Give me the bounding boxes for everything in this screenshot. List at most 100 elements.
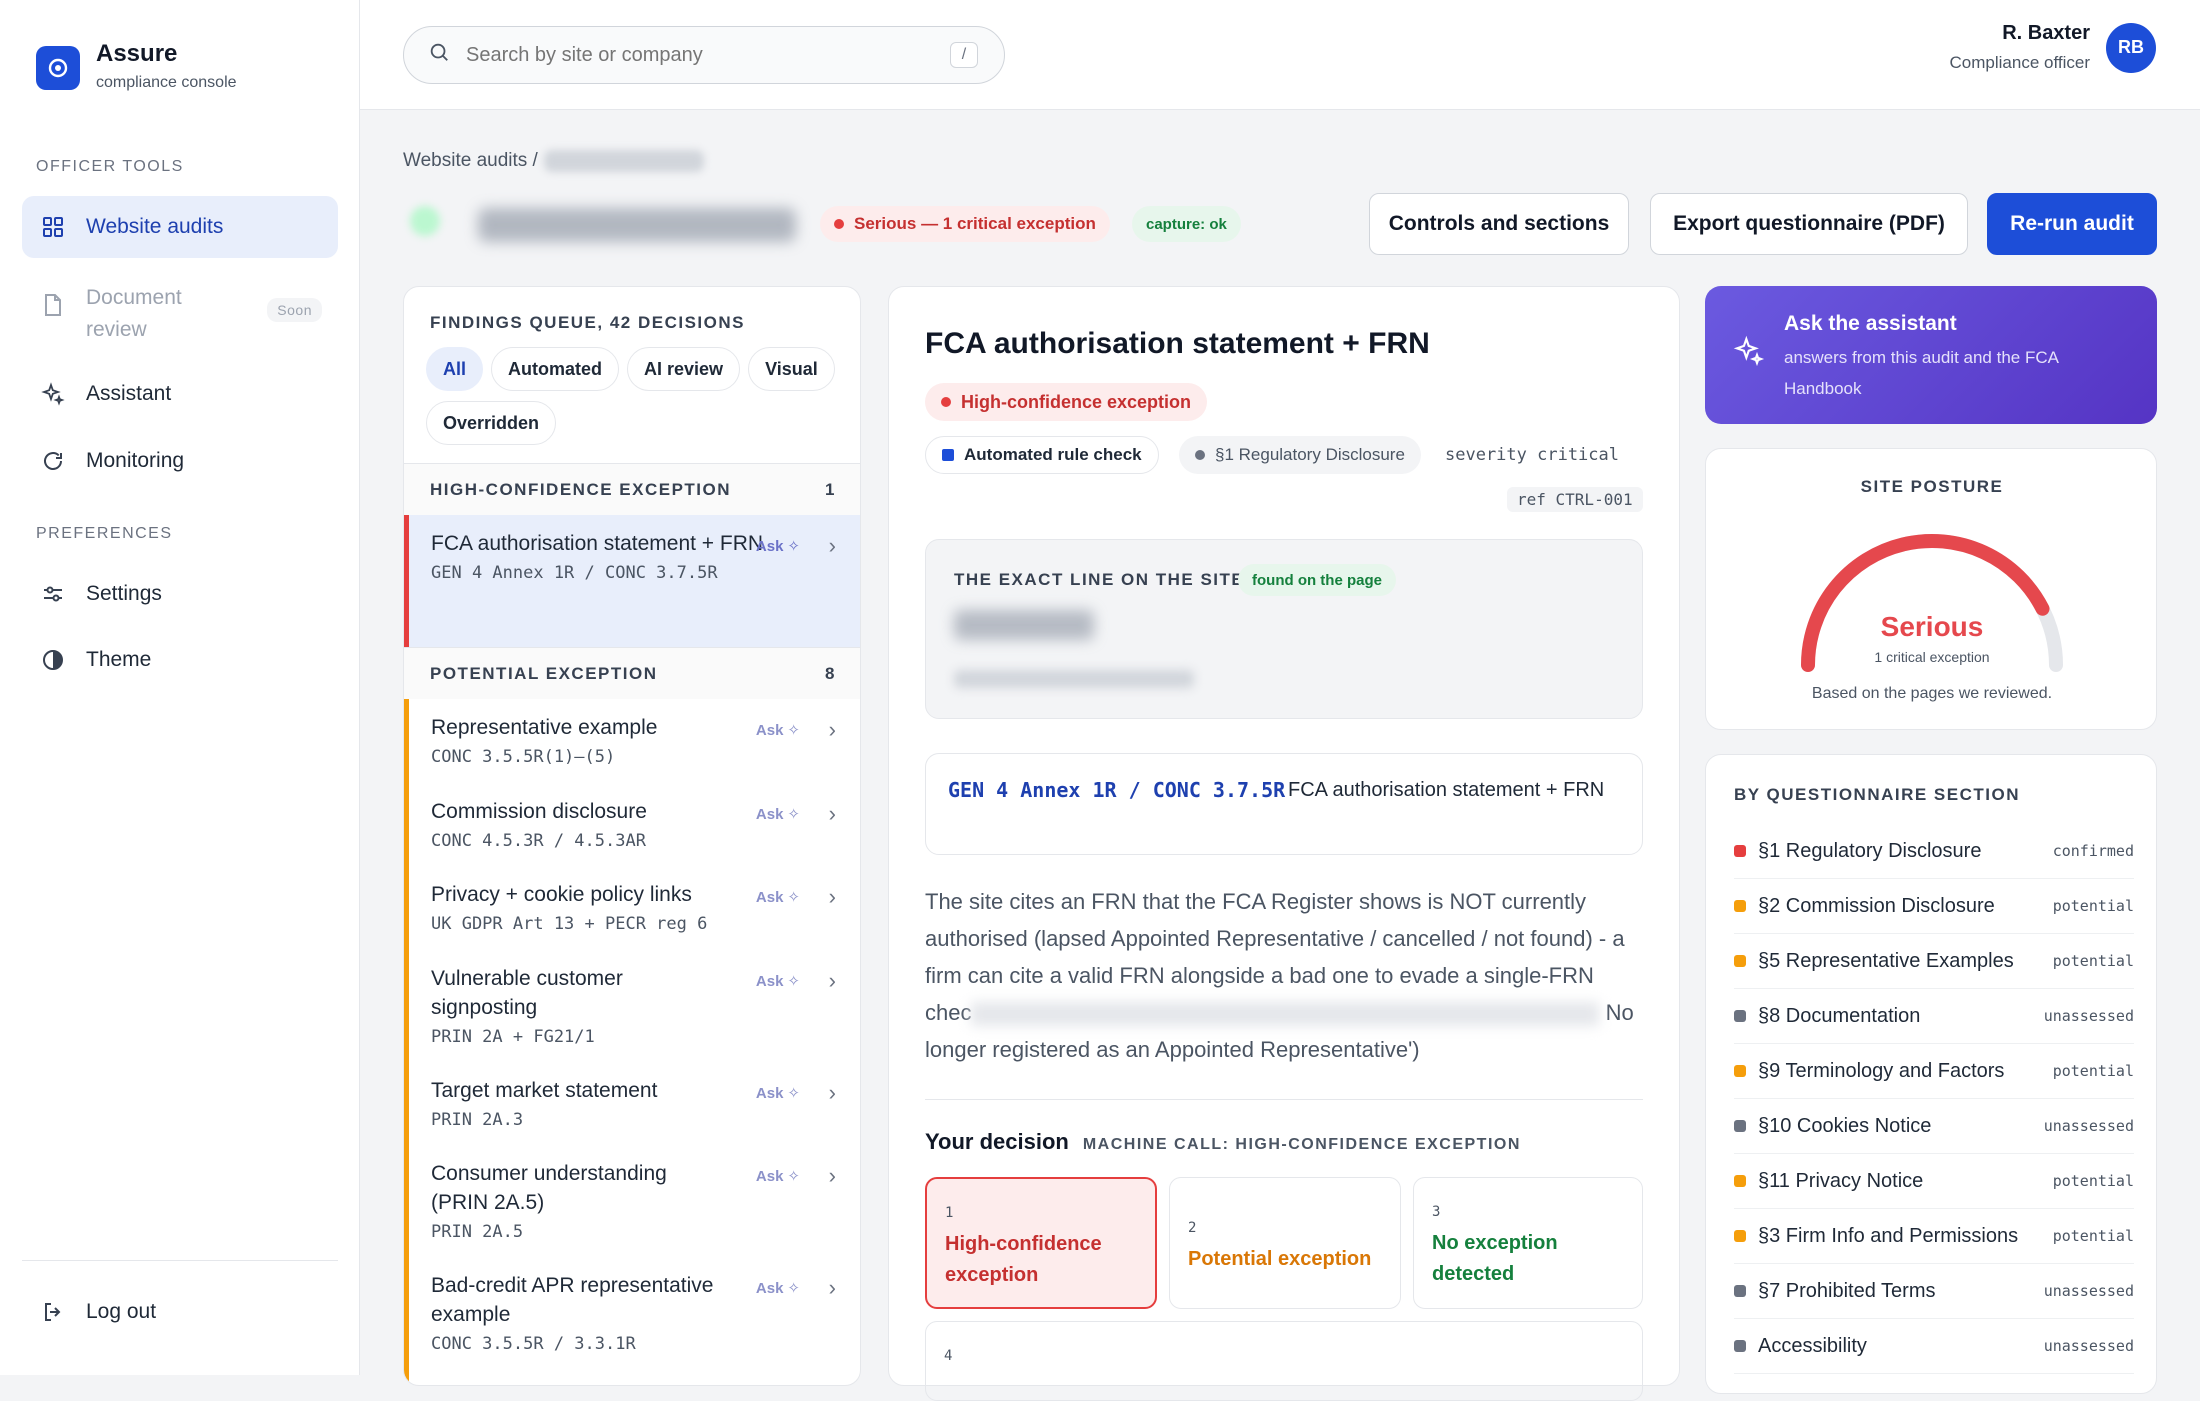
sidebar-item-monitoring[interactable]: Monitoring bbox=[22, 430, 338, 492]
list-item[interactable]: FCA authorisation statement + FRN GEN 4 … bbox=[404, 515, 860, 647]
ask-link[interactable]: Ask ✧ bbox=[756, 1084, 800, 1103]
logout-button[interactable]: Log out bbox=[22, 1281, 338, 1343]
breadcrumb-root[interactable]: Website audits / bbox=[403, 150, 538, 172]
section-row[interactable]: §2 Commission Disclosure potential bbox=[1734, 879, 2134, 934]
finding-ref: CONC 4.5.3R / 4.5.3AR bbox=[431, 831, 646, 851]
filter-ai-review[interactable]: AI review bbox=[627, 347, 741, 391]
site-posture-card: SITE POSTURE Serious 1 critical exceptio… bbox=[1705, 448, 2157, 730]
decision-option-potential[interactable]: 2 Potential exception bbox=[1169, 1177, 1401, 1309]
list-item[interactable]: Target market statement PRIN 2A.3 Ask ✧ › bbox=[404, 1062, 860, 1145]
sidebar-item-label: Theme bbox=[86, 648, 152, 671]
list-item[interactable]: Consumer understanding (PRIN 2A.5) PRIN … bbox=[404, 1145, 860, 1257]
section-status: confirmed bbox=[2052, 842, 2134, 860]
sparkle-icon: ✧ bbox=[787, 722, 800, 739]
ask-link[interactable]: Ask ✧ bbox=[755, 1279, 800, 1298]
sparkle-icon: ✧ bbox=[787, 973, 800, 990]
sidebar-item-label: Assistant bbox=[86, 382, 172, 405]
section-row[interactable]: §8 Documentation unassessed bbox=[1734, 989, 2134, 1044]
redacted-site-favicon bbox=[410, 206, 440, 236]
ask-link[interactable]: Ask ✧ bbox=[755, 972, 800, 991]
brand: Assure compliance console bbox=[36, 40, 237, 92]
ask-link[interactable]: Ask ✧ bbox=[756, 888, 800, 907]
sidebar-item-settings[interactable]: Settings bbox=[22, 563, 338, 625]
export-questionnaire-button[interactable]: Export questionnaire (PDF) bbox=[1650, 193, 1968, 255]
rule-text: FCA authorisation statement + FRN bbox=[1288, 779, 1605, 801]
section-name-wrap: §2 Commission Disclosure bbox=[1734, 895, 1995, 918]
posture-detail: 1 critical exception bbox=[1874, 649, 1990, 665]
sidebar-divider bbox=[22, 1260, 338, 1261]
section-row[interactable]: §11 Privacy Notice potential bbox=[1734, 1154, 2134, 1209]
section-name: §7 Prohibited Terms bbox=[1758, 1279, 1936, 1302]
user-menu[interactable]: R. Baxter Compliance officer RB bbox=[1950, 22, 2156, 73]
found-badge: found on the page bbox=[1238, 564, 1396, 596]
chevron-right-icon: › bbox=[828, 1275, 836, 1300]
group-label: POTENTIAL EXCEPTION bbox=[430, 663, 658, 683]
posture-note: Based on the pages we reviewed. bbox=[1811, 685, 2053, 702]
section-row[interactable]: §10 Cookies Notice unassessed bbox=[1734, 1099, 2134, 1154]
section-row[interactable]: Accessibility unassessed bbox=[1734, 1319, 2134, 1374]
ask-link[interactable]: Ask ✧ bbox=[756, 805, 800, 824]
ask-assistant-card[interactable]: Ask the assistant answers from this audi… bbox=[1705, 286, 2157, 424]
sidebar-item-website-audits[interactable]: Website audits bbox=[22, 196, 338, 258]
section-status-dot bbox=[1734, 845, 1746, 857]
list-item[interactable]: Commission disclosure CONC 4.5.3R / 4.5.… bbox=[404, 783, 860, 866]
sidebar: Assure compliance console OFFICER TOOLS … bbox=[0, 0, 360, 1375]
list-item[interactable]: Representative example CONC 3.5.5R(1)–(5… bbox=[404, 699, 860, 783]
sliders-icon bbox=[40, 581, 66, 607]
filter-visual[interactable]: Visual bbox=[748, 347, 835, 391]
list-item[interactable]: Privacy + cookie policy links UK GDPR Ar… bbox=[404, 866, 860, 950]
decision-option-4[interactable]: 4 bbox=[925, 1321, 1643, 1401]
ask-link[interactable]: Ask ✧ bbox=[756, 721, 800, 740]
sidebar-item-document-review[interactable]: Document review Soon bbox=[22, 278, 338, 346]
filter-all[interactable]: All bbox=[426, 347, 484, 391]
exact-line-label: THE EXACT LINE ON THE SITE bbox=[954, 570, 1245, 589]
section-row[interactable]: §7 Prohibited Terms unassessed bbox=[1734, 1264, 2134, 1319]
section-name: §11 Privacy Notice bbox=[1758, 1169, 1924, 1192]
list-item[interactable]: Bad-credit APR representative example CO… bbox=[404, 1257, 860, 1385]
sidebar-item-assistant[interactable]: Assistant bbox=[22, 363, 338, 425]
section-text: §1 Regulatory Disclosure bbox=[1215, 445, 1405, 464]
sidebar-item-label: Monitoring bbox=[86, 449, 185, 472]
ask-label: Ask bbox=[755, 1279, 784, 1297]
finding-ref: UK GDPR Art 13 + PECR reg 6 bbox=[431, 914, 708, 934]
chevron-right-icon: › bbox=[828, 884, 836, 909]
filter-overridden[interactable]: Overridden bbox=[426, 401, 557, 445]
avatar[interactable]: RB bbox=[2106, 22, 2156, 73]
section-status: potential bbox=[2052, 1227, 2134, 1245]
sidebar-item-theme[interactable]: Theme bbox=[22, 629, 338, 691]
gauge-track bbox=[1801, 534, 2063, 672]
list-item[interactable]: Vulnerable customer signposting PRIN 2A … bbox=[404, 950, 860, 1062]
queue-filters: All Automated AI review Visual Overridde… bbox=[426, 347, 846, 445]
finding-detail: FCA authorisation statement + FRN High-c… bbox=[888, 286, 1680, 1401]
ask-link[interactable]: Ask ✧ bbox=[756, 1167, 800, 1186]
ask-label: Ask bbox=[755, 972, 784, 990]
group-high-confidence[interactable]: HIGH-CONFIDENCE EXCEPTION 1 bbox=[404, 463, 860, 515]
group-potential-exception[interactable]: POTENTIAL EXCEPTION 8 bbox=[404, 647, 860, 699]
redacted-site-line bbox=[954, 610, 1094, 640]
finding-title: Vulnerable customer signposting bbox=[431, 967, 623, 1019]
officer-tools-heading: OFFICER TOOLS bbox=[36, 158, 184, 175]
section-name-wrap: §7 Prohibited Terms bbox=[1734, 1280, 1936, 1303]
decision-option-no-exception[interactable]: 3 No exception detected bbox=[1413, 1177, 1643, 1309]
search-input[interactable] bbox=[466, 43, 946, 67]
questionnaire-sections-card: BY QUESTIONNAIRE SECTION §1 Regulatory D… bbox=[1705, 754, 2157, 1394]
rerun-audit-button[interactable]: Re-run audit bbox=[1987, 193, 2157, 255]
ask-link[interactable]: Ask ✧ bbox=[756, 537, 800, 556]
search-bar[interactable]: / bbox=[403, 26, 1005, 84]
section-row[interactable]: §1 Regulatory Disclosure confirmed bbox=[1734, 824, 2134, 879]
finding-title: FCA authorisation statement + FRN bbox=[431, 532, 764, 555]
finding-ref: PRIN 2A.5 bbox=[431, 1222, 524, 1242]
section-name-wrap: §3 Firm Info and Permissions bbox=[1734, 1225, 2018, 1248]
sparkle-icon bbox=[1733, 334, 1765, 374]
decision-option-high-confidence[interactable]: 1 High-confidence exception bbox=[925, 1177, 1157, 1309]
section-status-dot bbox=[1734, 1065, 1746, 1077]
section-name-wrap: §5 Representative Examples bbox=[1734, 950, 2014, 973]
redacted-description bbox=[971, 1002, 1600, 1027]
section-row[interactable]: §3 Firm Info and Permissions potential bbox=[1734, 1209, 2134, 1264]
section-row[interactable]: §9 Terminology and Factors potential bbox=[1734, 1044, 2134, 1099]
status-dot bbox=[834, 219, 844, 229]
filter-automated[interactable]: Automated bbox=[491, 347, 620, 391]
controls-and-sections-button[interactable]: Controls and sections bbox=[1369, 193, 1629, 255]
section-row[interactable]: §5 Representative Examples potential bbox=[1734, 934, 2134, 989]
finding-ref: CONC 3.5.5R(1)–(5) bbox=[431, 747, 616, 767]
